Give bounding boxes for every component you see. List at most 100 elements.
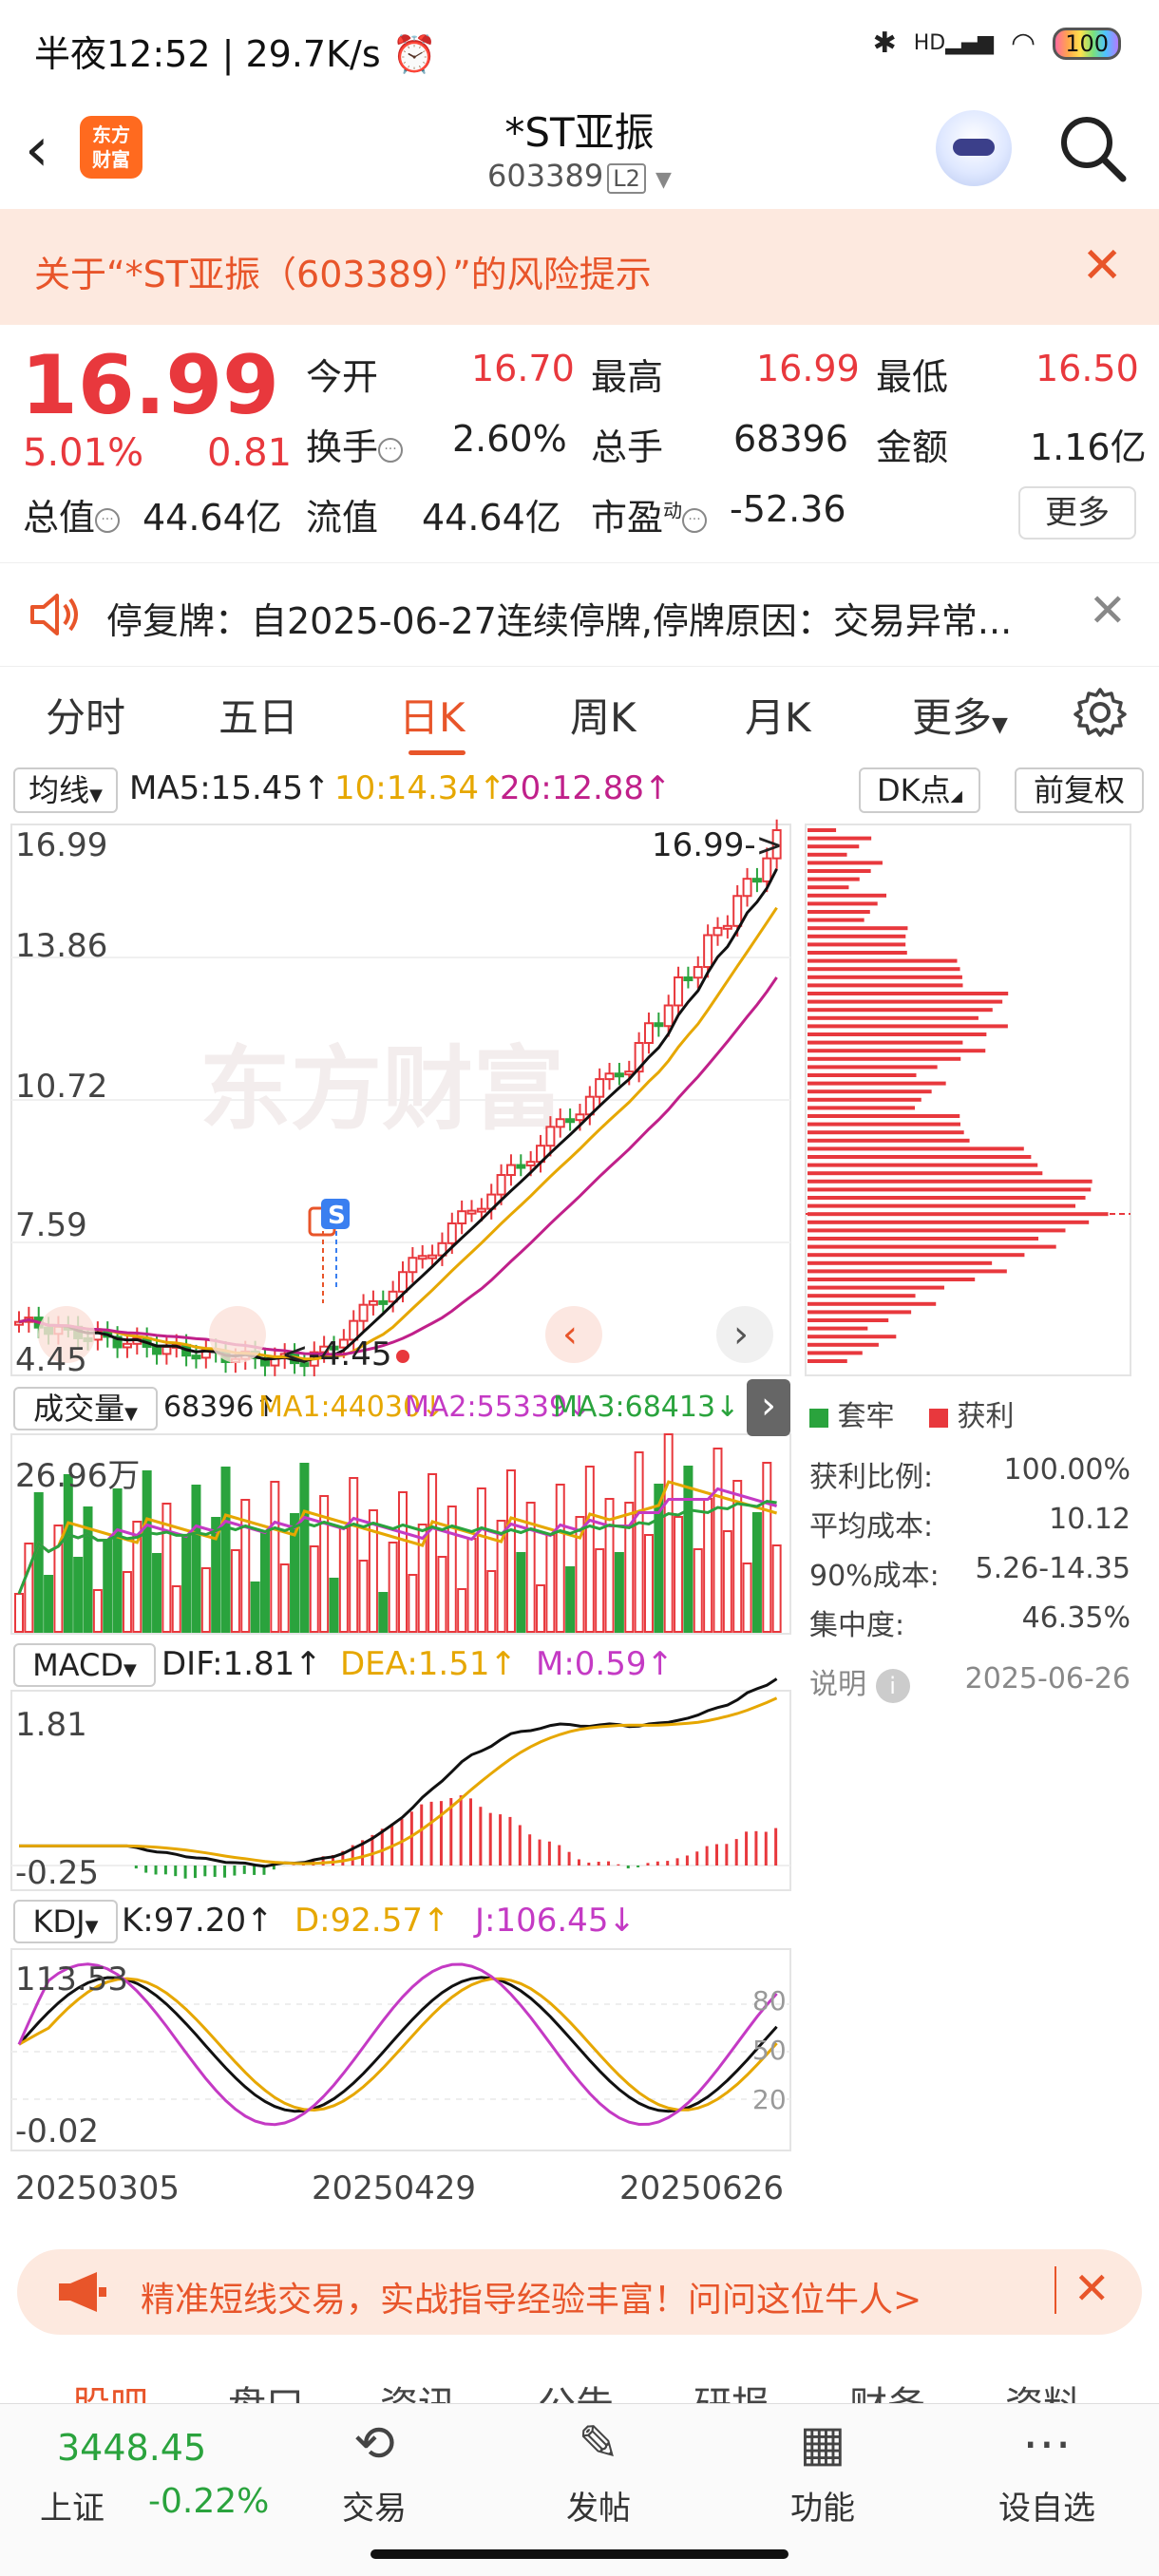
index-change[interactable]: -0.22% xyxy=(148,2482,269,2521)
candle xyxy=(712,926,723,937)
price-adjust-button[interactable]: 前复权 xyxy=(1015,767,1144,813)
high-label: 最高 xyxy=(591,356,664,398)
tab-more[interactable]: 更多▼ xyxy=(912,686,1008,744)
volume-bar xyxy=(505,1469,516,1633)
chip-bar xyxy=(808,1032,987,1036)
search-icon[interactable] xyxy=(1054,110,1130,186)
chip-bar xyxy=(808,844,860,849)
volume-selector[interactable]: 成交量▼ xyxy=(13,1387,158,1430)
chevron-right-icon[interactable]: › xyxy=(747,1379,790,1436)
volume-bar xyxy=(44,1575,54,1633)
close-icon[interactable]: ✕ xyxy=(1074,2263,1111,2314)
chip-bar xyxy=(808,1310,912,1315)
index-value[interactable]: 3448.45 xyxy=(57,2427,206,2469)
mcap-label[interactable]: 总值 ··· xyxy=(23,488,121,540)
volume-bar xyxy=(536,1584,546,1633)
close-icon[interactable]: ✕ xyxy=(1089,584,1127,637)
chip-bar xyxy=(808,999,1003,1004)
volume-y-label: 26.96万 xyxy=(15,1457,141,1495)
macd-m: M:0.59↑ xyxy=(536,1645,674,1683)
volume-bar xyxy=(643,1534,654,1633)
candle xyxy=(162,1345,172,1355)
candle xyxy=(378,1299,389,1305)
candle xyxy=(398,1271,408,1293)
volume-bar xyxy=(181,1535,192,1633)
volume-bar xyxy=(614,1552,624,1633)
nav-functions[interactable]: ▦ 功能 xyxy=(756,2415,889,2529)
promo-banner[interactable]: 精准短线交易，实战指导经验丰富！问问这位牛人> ✕ xyxy=(17,2249,1142,2335)
volume-bar xyxy=(73,1557,84,1633)
float-label: 流值 xyxy=(306,497,379,539)
speaker-icon xyxy=(30,594,78,635)
nav-post[interactable]: ✎ 发帖 xyxy=(532,2415,665,2529)
tab-intraday[interactable]: 分时 xyxy=(46,686,125,744)
current-price: 16.99 xyxy=(21,338,280,433)
chip-bar xyxy=(808,1008,993,1013)
stock-charts[interactable]: 东方财富 S ‹ › xyxy=(0,817,1159,2223)
more-button[interactable]: 更多 xyxy=(1018,486,1136,540)
candle xyxy=(674,976,684,1007)
tab-daily-k[interactable]: 日K xyxy=(399,686,466,744)
volume-label: 总手 xyxy=(591,426,664,468)
risk-banner-text[interactable]: 关于“*ST亚振（603389）”的风险提示 xyxy=(34,245,652,297)
chip-bar xyxy=(808,1179,1092,1184)
low-price-marker: <-4.45 xyxy=(281,1335,392,1373)
volume-bar xyxy=(703,1498,713,1633)
chip-bar xyxy=(808,1351,863,1355)
chip-note[interactable]: 说明 i xyxy=(809,1660,910,1703)
chevron-down-icon: ▼ xyxy=(992,713,1008,737)
chip-bar xyxy=(808,1260,993,1265)
amount-value: 1.16亿 xyxy=(1030,426,1147,468)
volume-bar xyxy=(722,1530,732,1633)
volume-bar xyxy=(230,1549,240,1633)
alarm-icon: ⏰ xyxy=(391,33,438,75)
chip-bar xyxy=(808,852,847,857)
suspension-notice[interactable]: 停复牌：自2025-06-27连续停牌,停牌原因：交易异常... ✕ xyxy=(0,562,1159,667)
chip-bar xyxy=(808,1049,986,1053)
volume-bar xyxy=(63,1474,73,1633)
nav-add-watchlist[interactable]: ⋯ 设自选 xyxy=(980,2415,1113,2529)
chip-bar xyxy=(808,934,906,938)
battery-icon: 100 xyxy=(1053,27,1121,60)
ma-selector[interactable]: 均线▼ xyxy=(13,767,118,813)
date-label-end: 20250626 xyxy=(619,2169,785,2207)
kdj-level-50: 50 xyxy=(752,2035,787,2066)
tab-five-day[interactable]: 五日 xyxy=(218,686,298,744)
macd-dea: DEA:1.51↑ xyxy=(340,1645,517,1683)
volume-bar xyxy=(103,1539,113,1633)
kdj-j: J:106.45↓ xyxy=(475,1902,636,1940)
tab-weekly-k[interactable]: 周K xyxy=(570,686,636,744)
candle xyxy=(732,895,743,927)
risk-banner[interactable]: 关于“*ST亚振（603389）”的风险提示 ✕ xyxy=(0,209,1159,325)
macd-selector[interactable]: MACD▼ xyxy=(13,1643,156,1687)
d-line xyxy=(18,1977,778,2112)
volume-bar xyxy=(771,1544,782,1633)
volume-bar xyxy=(200,1567,211,1633)
pe-label[interactable]: 市盈动 ··· xyxy=(591,488,708,540)
chip-bar xyxy=(808,1253,1025,1258)
candle xyxy=(614,1072,624,1078)
candle xyxy=(446,1222,457,1244)
volume-bar xyxy=(358,1560,369,1633)
volume-bar xyxy=(742,1563,752,1633)
candle xyxy=(575,1113,585,1122)
notice-text[interactable]: 停复牌：自2025-06-27连续停牌,停牌原因：交易异常... xyxy=(106,592,1012,644)
chip-bar xyxy=(808,836,872,841)
turnover-label[interactable]: 换手 ··· xyxy=(306,418,404,470)
tab-monthly-k[interactable]: 月K xyxy=(745,686,811,744)
promo-text[interactable]: 精准短线交易，实战指导经验丰富！问问这位牛人> xyxy=(141,2272,922,2321)
index-name[interactable]: 上证 xyxy=(40,2482,104,2529)
dk-point-button[interactable]: DK点◢ xyxy=(859,767,980,813)
volume-bar xyxy=(24,1543,34,1633)
volume-bar xyxy=(388,1542,398,1633)
close-icon[interactable]: ✕ xyxy=(1081,237,1123,294)
macd-y-bottom: -0.25 xyxy=(15,1854,99,1892)
candle xyxy=(703,934,713,969)
chip-bar xyxy=(808,1114,960,1118)
candle xyxy=(683,976,694,982)
candle xyxy=(368,1299,378,1306)
nav-trade[interactable]: ⟲ 交易 xyxy=(308,2415,441,2529)
kdj-selector[interactable]: KDJ▼ xyxy=(13,1900,118,1943)
gear-icon[interactable] xyxy=(1074,686,1127,739)
assistant-robot-icon[interactable] xyxy=(936,110,1012,186)
